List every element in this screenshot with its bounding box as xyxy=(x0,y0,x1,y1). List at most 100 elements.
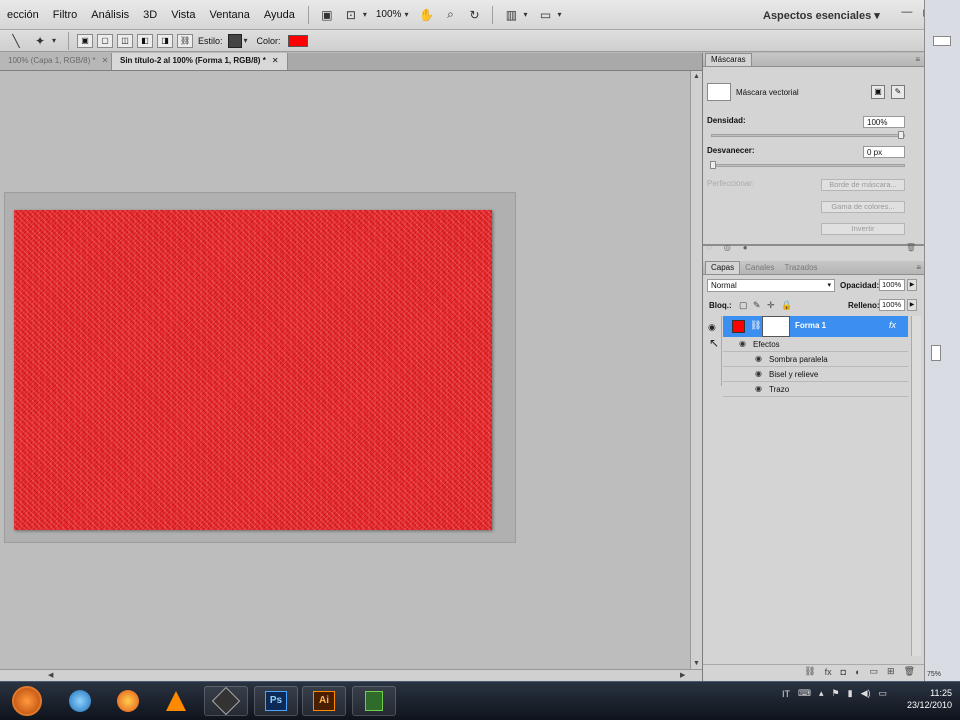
color-swatch[interactable] xyxy=(287,34,308,47)
chevron-down-icon[interactable]: ▾ xyxy=(52,36,56,45)
document-canvas[interactable] xyxy=(4,192,516,543)
scroll-up-icon[interactable]: ▲ xyxy=(693,73,700,80)
panel-menu-icon[interactable]: ≡ xyxy=(915,55,920,64)
chevron-down-icon[interactable]: ▾ xyxy=(244,36,248,45)
effect-row-bevel-emboss[interactable]: ◉ Bisel y relieve xyxy=(723,367,908,382)
subtract-shape-area-icon[interactable]: ◫ xyxy=(117,33,134,48)
minimize-icon[interactable]: — xyxy=(901,6,912,19)
lock-all-icon[interactable]: 🔒 xyxy=(781,300,792,310)
chain-link-icon[interactable]: ⛓ xyxy=(750,320,761,331)
layer-thumbnail[interactable] xyxy=(732,320,745,333)
scroll-down-icon[interactable]: ▼ xyxy=(693,660,700,667)
rotate-view-icon[interactable]: ↻ xyxy=(465,7,483,23)
exclude-shape-area-icon[interactable]: ◨ xyxy=(157,33,174,48)
eye-icon[interactable]: ● xyxy=(743,243,748,253)
panel-menu-icon[interactable]: ≡ xyxy=(916,263,921,272)
layer-row[interactable]: ⛓ Forma 1 fx xyxy=(723,316,908,337)
scroll-left-icon[interactable]: ◀ xyxy=(48,671,53,679)
lock-transparency-icon[interactable]: ▢ xyxy=(739,300,748,310)
fx-icon[interactable]: fx xyxy=(889,320,896,330)
layer-name[interactable]: Forma 1 xyxy=(795,321,826,330)
chevron-down-icon[interactable]: ▾ xyxy=(404,10,408,19)
workspace-switcher[interactable]: Aspectos esenciales ▾ xyxy=(763,9,880,22)
menu-selection[interactable]: ección xyxy=(0,9,46,21)
fill-field[interactable]: 100% xyxy=(879,299,905,311)
view-extras-icon[interactable]: ⊡ xyxy=(342,7,360,23)
new-group-icon[interactable]: ▭ xyxy=(870,666,879,677)
taskbar-app-vlc[interactable] xyxy=(154,686,198,716)
menu-filter[interactable]: Filtro xyxy=(46,9,84,21)
start-button[interactable] xyxy=(12,686,42,716)
canvas-area[interactable] xyxy=(0,71,690,669)
launch-bridge-icon[interactable]: ▣ xyxy=(318,7,336,23)
show-hidden-icon[interactable]: ▴ xyxy=(819,688,824,699)
taskbar-app-explorer[interactable] xyxy=(58,686,102,716)
lock-position-icon[interactable]: ✛ xyxy=(767,300,776,310)
language-indicator[interactable]: IT xyxy=(782,689,790,699)
adjustment-layer-icon[interactable]: ◐ xyxy=(855,667,860,677)
lock-pixels-icon[interactable]: ✎ xyxy=(753,300,762,310)
eye-icon[interactable]: ◉ xyxy=(755,354,762,363)
chevron-right-icon[interactable]: ▶ xyxy=(907,299,917,311)
taskbar-app-firefox[interactable] xyxy=(106,686,150,716)
menu-window[interactable]: Ventana xyxy=(202,9,256,21)
network-icon[interactable]: ▮ xyxy=(848,688,853,699)
zoom-tool-icon[interactable]: ⌕ xyxy=(441,7,459,23)
tab-channels[interactable]: Canales xyxy=(740,262,779,274)
slider-handle[interactable] xyxy=(710,161,716,169)
chevron-down-icon[interactable]: ▾ xyxy=(523,10,527,19)
eye-icon[interactable]: ◉ xyxy=(755,369,762,378)
power-icon[interactable]: ▭ xyxy=(878,688,887,699)
link-icon[interactable]: ⛓ xyxy=(177,33,194,48)
opacity-field[interactable]: 100% xyxy=(879,279,905,291)
eye-icon[interactable]: ◉ xyxy=(739,339,746,348)
intersect-shape-area-icon[interactable]: ◧ xyxy=(137,33,154,48)
zoom-level[interactable]: 100% xyxy=(373,9,405,20)
tab-document-2[interactable]: Sin título-2 al 100% (Forma 1, RGB/8) * ✕ xyxy=(112,53,288,70)
style-picker[interactable] xyxy=(227,33,242,48)
chevron-right-icon[interactable]: ▶ xyxy=(907,279,917,291)
add-shape-area-icon[interactable]: ▢ xyxy=(97,33,114,48)
effect-row-stroke[interactable]: ◉ Trazo xyxy=(723,382,908,397)
feather-field[interactable]: 0 px xyxy=(863,146,905,158)
pen-tool-icon[interactable]: ╲ xyxy=(7,33,25,49)
screen-mode-icon[interactable]: ▭ xyxy=(536,7,554,23)
keyboard-icon[interactable]: ⌨ xyxy=(798,688,811,699)
volume-icon[interactable]: ◀) xyxy=(861,688,871,699)
layers-scrollbar[interactable] xyxy=(911,316,921,656)
pixel-mask-icon[interactable]: ▣ xyxy=(871,85,885,99)
apply-mask-icon[interactable]: ◎ xyxy=(724,243,731,253)
vector-mask-thumbnail[interactable] xyxy=(762,316,790,337)
eye-icon[interactable]: ◉ xyxy=(755,384,762,393)
close-icon[interactable]: ✕ xyxy=(272,56,279,65)
custom-shape-icon[interactable]: ✦ xyxy=(31,33,49,49)
add-mask-icon[interactable]: ◘ xyxy=(841,667,846,677)
canvas-horizontal-scrollbar[interactable]: ◀ ▶ xyxy=(0,669,702,681)
mask-edge-button[interactable]: Borde de máscara... xyxy=(821,179,905,191)
trash-icon[interactable]: 🗑 xyxy=(904,666,915,677)
tab-paths[interactable]: Trazados xyxy=(779,262,822,274)
taskbar-app-illustrator[interactable]: Ai xyxy=(302,686,346,716)
close-icon[interactable]: ✕ xyxy=(102,56,109,65)
color-range-button[interactable]: Gama de colores... xyxy=(821,201,905,213)
menu-analysis[interactable]: Análisis xyxy=(84,9,136,21)
blend-mode-select[interactable]: Normal ▾ xyxy=(707,279,835,292)
density-field[interactable]: 100% xyxy=(863,116,905,128)
menu-3d[interactable]: 3D xyxy=(136,9,164,21)
chevron-down-icon[interactable]: ▾ xyxy=(363,10,367,19)
vector-mask-icon[interactable]: ✎ xyxy=(891,85,905,99)
tab-document-1[interactable]: 100% (Capa 1, RGB/8) * ✕ xyxy=(0,53,112,70)
add-style-icon[interactable]: fx xyxy=(825,667,832,677)
slider-handle[interactable] xyxy=(898,131,904,139)
scroll-right-icon[interactable]: ▶ xyxy=(680,671,685,679)
tab-masks[interactable]: Máscaras xyxy=(705,53,752,66)
menu-view[interactable]: Vista xyxy=(164,9,202,21)
new-shape-layer-icon[interactable]: ▣ xyxy=(77,33,94,48)
system-clock[interactable]: 11:25 23/12/2010 xyxy=(907,687,952,711)
effects-group-row[interactable]: ◉ Efectos xyxy=(723,337,908,352)
canvas-vertical-scrollbar[interactable]: ▲ ▼ xyxy=(690,71,702,669)
trash-icon[interactable]: 🗑 xyxy=(906,243,916,253)
red-textured-shape[interactable] xyxy=(14,210,492,530)
taskbar-app-photoshop[interactable]: Ps xyxy=(254,686,298,716)
hand-tool-icon[interactable]: ✋ xyxy=(417,7,435,23)
